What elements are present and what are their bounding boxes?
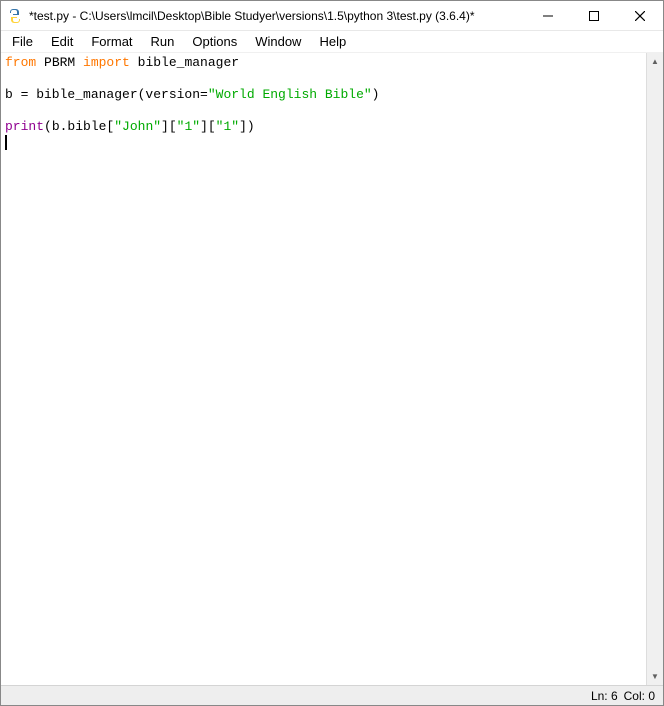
code-text: b = bible_manager(version= [5, 87, 208, 102]
scroll-track[interactable] [647, 70, 663, 668]
text-caret [5, 135, 7, 150]
menu-edit[interactable]: Edit [42, 32, 82, 51]
code-text: ][ [200, 119, 216, 134]
maximize-button[interactable] [571, 1, 617, 30]
status-line: Ln: 6 [591, 689, 618, 703]
menu-file[interactable]: File [3, 32, 42, 51]
code-text: (b.bible[ [44, 119, 114, 134]
window-controls [525, 1, 663, 30]
menu-window[interactable]: Window [246, 32, 310, 51]
titlebar: *test.py - C:\Users\lmcil\Desktop\Bible … [1, 1, 663, 31]
keyword-from: from [5, 55, 36, 70]
menu-run[interactable]: Run [142, 32, 184, 51]
statusbar: Ln: 6 Col: 0 [1, 685, 663, 705]
close-button[interactable] [617, 1, 663, 30]
editor-area: from PBRM import bible_manager b = bible… [1, 53, 663, 685]
scroll-down-button[interactable]: ▼ [647, 668, 663, 685]
menubar: File Edit Format Run Options Window Help [1, 31, 663, 53]
keyword-import: import [83, 55, 130, 70]
string-literal: "1" [216, 119, 239, 134]
code-editor[interactable]: from PBRM import bible_manager b = bible… [1, 53, 646, 685]
window-title: *test.py - C:\Users\lmcil\Desktop\Bible … [29, 9, 525, 23]
scroll-up-button[interactable]: ▲ [647, 53, 663, 70]
status-col: Col: 0 [624, 689, 655, 703]
builtin-print: print [5, 119, 44, 134]
vertical-scrollbar[interactable]: ▲ ▼ [646, 53, 663, 685]
string-literal: "World English Bible" [208, 87, 372, 102]
module-name: PBRM [36, 55, 83, 70]
minimize-button[interactable] [525, 1, 571, 30]
menu-format[interactable]: Format [82, 32, 141, 51]
identifier: bible_manager [130, 55, 239, 70]
menu-options[interactable]: Options [183, 32, 246, 51]
menu-help[interactable]: Help [310, 32, 355, 51]
code-text: ) [372, 87, 380, 102]
string-literal: "1" [177, 119, 200, 134]
code-text: ]) [239, 119, 255, 134]
string-literal: "John" [114, 119, 161, 134]
code-text: ][ [161, 119, 177, 134]
app-icon [7, 8, 23, 24]
